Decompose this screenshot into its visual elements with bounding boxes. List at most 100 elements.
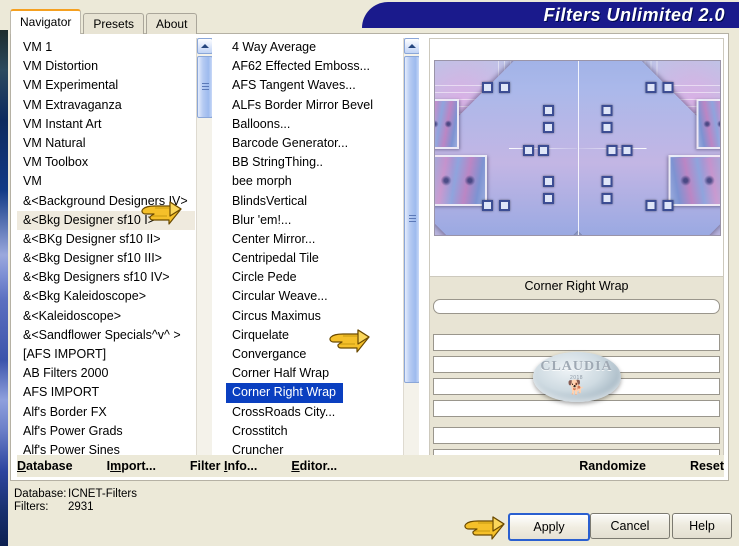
- filter-list-row[interactable]: Corner Right Wrap: [226, 383, 402, 403]
- preview-square: [499, 81, 511, 93]
- tab-about-label: About: [156, 17, 188, 31]
- menu-randomize[interactable]: Randomize: [579, 459, 646, 473]
- category-list-row[interactable]: VM 1: [17, 38, 195, 57]
- menu-database[interactable]: Database: [17, 459, 73, 473]
- desktop-backdrop-left: [0, 0, 8, 546]
- category-list-row[interactable]: &<BKg Designer sf10 II>: [17, 230, 195, 249]
- filter-list-row[interactable]: Cirquelate: [226, 326, 402, 345]
- preview-square: [606, 144, 618, 156]
- menu-reset[interactable]: Reset: [690, 459, 724, 473]
- status-filters-row: Filters: 2931: [14, 501, 137, 514]
- category-list-row[interactable]: &<Bkg Designer sf10 III>: [17, 249, 195, 268]
- filter-list-row[interactable]: 4 Way Average: [226, 38, 402, 57]
- preview-caption: Corner Right Wrap: [429, 277, 724, 296]
- category-list-items[interactable]: VM 1 VM Distortion VM Experimental VM Extra…: [17, 38, 195, 473]
- scroll-up-button[interactable]: [197, 38, 212, 54]
- filter-list-row[interactable]: Crosstitch: [226, 422, 402, 441]
- scrollbar-grip-icon: [202, 83, 209, 90]
- category-list-row[interactable]: VM Extravaganza: [17, 96, 195, 115]
- filter-list-row[interactable]: Center Mirror...: [226, 230, 402, 249]
- parameter-row[interactable]: [433, 334, 720, 351]
- filter-list-items[interactable]: 4 Way Average AF62 Effected Emboss... AFS …: [226, 38, 402, 473]
- filter-list-selected-label[interactable]: Corner Right Wrap: [226, 383, 343, 403]
- filters-unlimited-window: Filters Unlimited 2.0 Navigator Presets …: [0, 0, 739, 546]
- filter-list-row[interactable]: CrossRoads City...: [226, 403, 402, 422]
- menu-filter-info[interactable]: Filter Info...: [190, 459, 257, 473]
- preview-inset-lens: [698, 101, 720, 147]
- category-list-row[interactable]: &<Bkg Kaleidoscope>: [17, 287, 195, 306]
- preview-square: [600, 175, 612, 187]
- filter-list-row[interactable]: Convergance: [226, 345, 402, 364]
- category-list-row[interactable]: VM Distortion: [17, 57, 195, 76]
- filter-list-row[interactable]: Balloons...: [226, 115, 402, 134]
- category-list-row[interactable]: &<Background Designers IV>: [17, 192, 195, 211]
- scroll-up-button[interactable]: [404, 38, 419, 54]
- chevron-up-icon: [201, 44, 209, 48]
- command-menu-right-group: Randomize Reset: [535, 459, 724, 473]
- status-area: Database: ICNET-Filters Filters: 2931: [14, 488, 137, 514]
- apply-button[interactable]: Apply: [508, 513, 590, 541]
- parameter-row[interactable]: [433, 400, 720, 417]
- filter-list-scrollbar[interactable]: [403, 38, 419, 473]
- category-list-row[interactable]: &<Bkg Designers sf10 IV>: [17, 268, 195, 287]
- scrollbar-thumb[interactable]: [197, 56, 212, 118]
- filter-list-row[interactable]: BlindsVertical: [226, 192, 402, 211]
- filter-list-row[interactable]: Circular Weave...: [226, 287, 402, 306]
- preview-image[interactable]: [435, 61, 720, 235]
- preview-pane-left: [435, 61, 578, 235]
- category-list-row[interactable]: &<Kaleidoscope>: [17, 307, 195, 326]
- watermark-badge: CLAUDIA 2018 🐕: [532, 352, 621, 402]
- category-list-row[interactable]: [AFS IMPORT]: [17, 345, 195, 364]
- tab-navigator[interactable]: Navigator: [10, 9, 82, 34]
- help-button[interactable]: Help: [672, 513, 732, 539]
- filter-list-row[interactable]: Circus Maximus: [226, 307, 402, 326]
- category-list-row[interactable]: VM Instant Art: [17, 115, 195, 134]
- filter-list[interactable]: 4 Way Average AF62 Effected Emboss... AFS …: [226, 38, 419, 473]
- tab-presets[interactable]: Presets: [83, 13, 145, 34]
- filter-list-row[interactable]: ALFs Border Mirror Bevel: [226, 96, 402, 115]
- menu-database-label: atabase: [26, 459, 73, 473]
- preview-square: [661, 200, 673, 212]
- category-list-row[interactable]: &<Bkg Designer sf10 I>: [17, 210, 195, 230]
- tab-presets-label: Presets: [93, 17, 135, 31]
- parameter-row[interactable]: [433, 427, 720, 444]
- category-list[interactable]: VM 1 VM Distortion VM Experimental VM Extra…: [17, 38, 212, 473]
- category-list-row[interactable]: Alf's Border FX: [17, 403, 195, 422]
- filter-list-row[interactable]: BB StringThing..: [226, 153, 402, 172]
- status-filters-value: 2931: [68, 501, 94, 513]
- preview-square: [543, 121, 555, 133]
- category-list-scrollbar[interactable]: [196, 38, 212, 473]
- category-list-row[interactable]: AB Filters 2000: [17, 364, 195, 383]
- category-list-row[interactable]: VM Toolbox: [17, 153, 195, 172]
- dog-icon: 🐕: [567, 379, 586, 395]
- preview-panel[interactable]: [429, 38, 724, 277]
- category-list-row[interactable]: AFS IMPORT: [17, 383, 195, 402]
- menu-import[interactable]: Import...: [107, 459, 156, 473]
- parameter-row[interactable]: [433, 299, 720, 314]
- watermark-text: CLAUDIA: [540, 359, 613, 374]
- filter-list-row[interactable]: AFS Tangent Waves...: [226, 76, 402, 95]
- tab-strip: Navigator Presets About: [10, 9, 199, 34]
- preview-inset-lens: [669, 156, 720, 204]
- filter-list-row[interactable]: AF62 Effected Emboss...: [226, 57, 402, 76]
- scrollbar-thumb[interactable]: [404, 56, 419, 383]
- filter-list-row[interactable]: Centripedal Tile: [226, 249, 402, 268]
- filter-list-row[interactable]: bee morph: [226, 172, 402, 191]
- tab-navigator-label: Navigator: [20, 15, 72, 29]
- category-list-row[interactable]: VM Experimental: [17, 76, 195, 95]
- filter-list-row[interactable]: Corner Half Wrap: [226, 364, 402, 383]
- category-list-row[interactable]: Alf's Power Grads: [17, 422, 195, 441]
- category-list-row[interactable]: VM: [17, 172, 195, 191]
- status-database-row: Database: ICNET-Filters: [14, 488, 137, 501]
- filter-list-row[interactable]: Circle Pede: [226, 268, 402, 287]
- tab-about[interactable]: About: [146, 13, 198, 34]
- status-database-value: ICNET-Filters: [68, 488, 137, 500]
- cancel-button[interactable]: Cancel: [590, 513, 670, 539]
- app-title: Filters Unlimited 2.0: [543, 5, 725, 25]
- menu-editor[interactable]: Editor...: [291, 459, 337, 473]
- category-list-row[interactable]: &<Sandflower Specials^v^ >: [17, 326, 195, 345]
- preview-square: [543, 104, 555, 116]
- filter-list-row[interactable]: Barcode Generator...: [226, 134, 402, 153]
- filter-list-row[interactable]: Blur 'em!...: [226, 211, 402, 230]
- category-list-row[interactable]: VM Natural: [17, 134, 195, 153]
